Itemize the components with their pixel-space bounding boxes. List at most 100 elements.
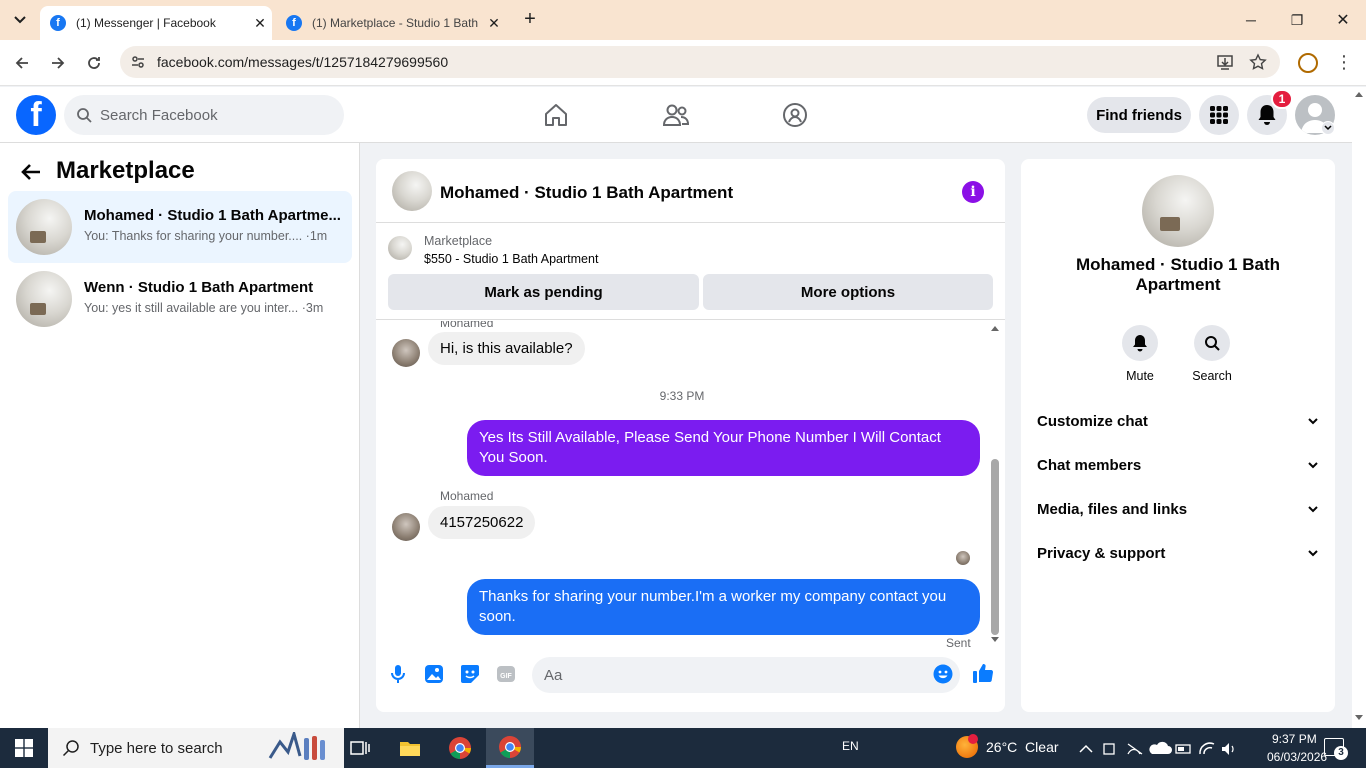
clock-time[interactable]: 9:37 PM: [1272, 732, 1317, 746]
message-status: Sent: [946, 636, 971, 650]
listing-avatar[interactable]: [1142, 175, 1214, 247]
sticker-icon[interactable]: [460, 664, 480, 684]
find-friends-button[interactable]: Find friends: [1087, 97, 1191, 133]
section-label: Chat members: [1037, 456, 1142, 474]
message-bubble[interactable]: 4157250622: [428, 506, 536, 539]
folder-icon: [400, 742, 420, 756]
start-button[interactable]: [0, 728, 48, 768]
conversation-snippet: You: Thanks for sharing your number.... …: [84, 229, 328, 243]
chat-avatar[interactable]: [392, 171, 432, 211]
media-files-links-section[interactable]: Media, files and links: [1037, 491, 1319, 527]
contact-avatar[interactable]: [392, 339, 420, 367]
sender-name: Mohamed: [440, 489, 494, 503]
task-view-button[interactable]: [336, 728, 384, 768]
chevron-down-icon: [1324, 125, 1332, 131]
tab-messenger[interactable]: f (1) Messenger | Facebook ✕: [40, 6, 272, 40]
message-bubble[interactable]: Hi, is this available?: [428, 332, 585, 365]
chevron-down-icon: [1308, 418, 1318, 425]
page-scrollbar[interactable]: [1352, 87, 1366, 728]
facebook-search[interactable]: [64, 95, 344, 135]
close-tab-icon[interactable]: ✕: [482, 15, 506, 32]
language-indicator[interactable]: EN: [842, 739, 859, 753]
contact-avatar[interactable]: [392, 513, 420, 541]
home-icon: [545, 104, 567, 126]
section-label: Media, files and links: [1037, 500, 1188, 518]
section-label: Customize chat: [1037, 412, 1148, 430]
chrome-button[interactable]: [436, 728, 484, 768]
message-input[interactable]: [532, 657, 960, 693]
privacy-support-section[interactable]: Privacy & support: [1037, 535, 1319, 571]
tab-search-button[interactable]: [8, 8, 32, 32]
chat-members-section[interactable]: Chat members: [1037, 447, 1319, 483]
conversation-item[interactable]: Wenn · Studio 1 Bath Apartment You: yes …: [8, 263, 352, 335]
home-nav[interactable]: [540, 99, 572, 131]
message-bubble[interactable]: Yes Its Still Available, Please Send You…: [467, 420, 980, 476]
tab-title: (1) Marketplace - Studio 1 Bath: [312, 16, 479, 30]
search-input[interactable]: [100, 106, 320, 124]
friends-icon: [662, 104, 690, 126]
mark-as-pending-button[interactable]: Mark as pending: [388, 274, 699, 310]
tab-title: (1) Messenger | Facebook: [76, 16, 216, 30]
message-list[interactable]: Mohamed Hi, is this available? 9:33 PM Y…: [376, 321, 1005, 651]
bookmark-star-icon[interactable]: [1249, 53, 1267, 71]
chrome-icon: [499, 735, 521, 758]
sidebar-title: Marketplace: [56, 157, 195, 184]
friends-nav[interactable]: [660, 99, 692, 131]
system-tray-icons[interactable]: [1078, 740, 1238, 758]
chat-title[interactable]: Mohamed · Studio 1 Bath Apartment: [440, 183, 733, 203]
thumbs-up-icon[interactable]: [972, 662, 994, 684]
scroll-down-icon[interactable]: [1355, 715, 1363, 721]
chevron-down-icon: [1308, 506, 1318, 513]
new-tab-button[interactable]: +: [518, 8, 542, 32]
mute-label: Mute: [1126, 369, 1154, 383]
customize-chat-section[interactable]: Customize chat: [1037, 403, 1319, 439]
search-highlight-icon: [268, 732, 325, 760]
scrollbar-thumb[interactable]: [991, 459, 999, 635]
search-icon: [1205, 336, 1220, 351]
close-window-button[interactable]: ✕: [1320, 0, 1366, 40]
file-explorer-button[interactable]: [386, 728, 434, 768]
mute-button[interactable]: Mute: [1110, 325, 1170, 383]
marketplace-label: Marketplace: [424, 234, 493, 248]
gif-icon[interactable]: GIF: [496, 664, 516, 684]
address-bar[interactable]: facebook.com/messages/t/1257184279699560: [120, 46, 1280, 78]
site-settings-icon[interactable]: [130, 54, 146, 70]
groups-nav[interactable]: [779, 99, 811, 131]
profile-icon[interactable]: [1298, 53, 1318, 73]
sender-name: Mohamed: [440, 321, 494, 330]
back-button[interactable]: [10, 51, 34, 75]
clock-date[interactable]: 06/03/2026: [1267, 750, 1327, 764]
microphone-icon[interactable]: [388, 664, 408, 684]
scroll-up-icon[interactable]: [1355, 91, 1363, 97]
browser-tab-strip: f (1) Messenger | Facebook ✕ f (1) Marke…: [0, 0, 1366, 40]
reload-button[interactable]: [82, 51, 106, 75]
chat-panel: Mohamed · Studio 1 Bath Apartment i Mark…: [376, 159, 1005, 712]
tab-marketplace[interactable]: f (1) Marketplace - Studio 1 Bath ✕: [276, 6, 506, 40]
back-arrow-icon[interactable]: [20, 161, 42, 183]
more-options-button[interactable]: More options: [703, 274, 993, 310]
scroll-up-icon[interactable]: [991, 325, 999, 331]
facebook-logo[interactable]: f: [16, 95, 56, 135]
taskbar-search[interactable]: Type here to search: [48, 728, 344, 768]
listing-thumbnail[interactable]: [388, 236, 412, 260]
scroll-down-icon[interactable]: [991, 637, 999, 643]
conversation-item[interactable]: Mohamed · Studio 1 Bath Apartme... You: …: [8, 191, 352, 263]
listing-title[interactable]: $550 - Studio 1 Bath Apartment: [424, 252, 598, 266]
emoji-icon[interactable]: [933, 664, 953, 684]
menu-kebab-icon[interactable]: ⋮: [1334, 52, 1354, 74]
minimize-button[interactable]: ─: [1228, 0, 1274, 40]
facebook-favicon-icon: f: [286, 15, 302, 31]
search-conversation-button[interactable]: Search: [1182, 325, 1242, 383]
chrome-active-button[interactable]: [486, 728, 534, 768]
install-app-icon[interactable]: [1216, 53, 1234, 71]
bell-icon: [1133, 335, 1147, 352]
maximize-button[interactable]: ❐: [1274, 0, 1320, 40]
info-icon[interactable]: i: [962, 181, 984, 203]
message-bubble[interactable]: Thanks for sharing your number.I'm a wor…: [467, 579, 980, 635]
close-tab-icon[interactable]: ✕: [248, 15, 272, 32]
photo-icon[interactable]: [424, 664, 444, 684]
menu-button[interactable]: [1199, 95, 1239, 135]
forward-button[interactable]: [46, 51, 70, 75]
weather-text[interactable]: 26°C Clear: [986, 739, 1059, 755]
account-chevron-icon[interactable]: [1321, 121, 1335, 135]
